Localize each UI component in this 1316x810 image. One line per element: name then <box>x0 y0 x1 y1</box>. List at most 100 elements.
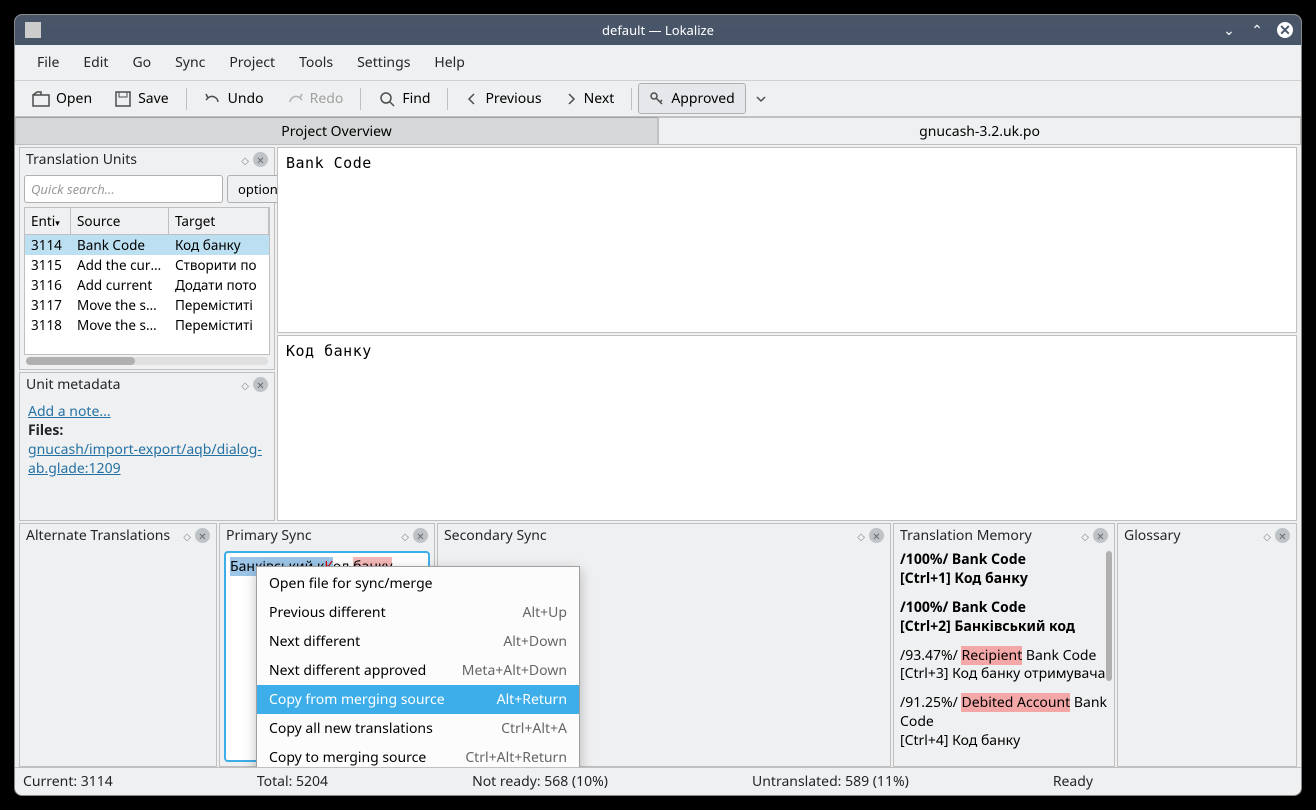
status-current: Current: 3114 <box>23 772 113 791</box>
open-button[interactable]: Open <box>21 83 103 114</box>
save-label: Save <box>138 89 169 108</box>
float-icon[interactable]: ◇ <box>183 529 191 543</box>
target-editor[interactable]: Код банку <box>277 335 1297 521</box>
titlebar: default — Lokalize ⌄ ⌃ ✕ <box>15 15 1301 45</box>
approved-button[interactable]: Approved <box>638 83 745 114</box>
translation-memory-panel: Translation Memory ◇✕ /100%/ Bank Code[C… <box>893 523 1115 767</box>
status-untranslated: Untranslated: 589 (11%) <box>752 772 909 791</box>
redo-label: Redo <box>310 89 344 108</box>
panel-close-icon[interactable]: ✕ <box>413 528 428 543</box>
next-button[interactable]: Next <box>553 83 626 114</box>
redo-button: Redo <box>275 83 355 114</box>
status-total: Total: 5204 <box>257 772 328 791</box>
alt-panel-title: Alternate Translations <box>26 526 170 545</box>
next-label: Next <box>584 89 615 108</box>
maximize-icon[interactable]: ⌃ <box>1249 22 1265 38</box>
horizontal-scrollbar[interactable] <box>26 357 268 365</box>
tm-result[interactable]: /93.47%/ Recipient Bank Code[Ctrl+3] Код… <box>900 647 1108 685</box>
panel-close-icon[interactable]: ✕ <box>1093 528 1108 543</box>
tu-panel-title: Translation Units <box>26 150 137 169</box>
context-menu-item[interactable]: Open file for sync/merge <box>257 569 579 598</box>
context-menu-item[interactable]: Previous differentAlt+Up <box>257 598 579 627</box>
float-icon[interactable]: ◇ <box>241 378 249 392</box>
menubar: File Edit Go Sync Project Tools Settings… <box>15 45 1301 81</box>
undo-button[interactable]: Undo <box>193 83 275 114</box>
ssync-panel-title: Secondary Sync <box>444 526 547 545</box>
save-button[interactable]: Save <box>103 83 180 114</box>
tm-results[interactable]: /100%/ Bank Code[Ctrl+1] Код банку/100%/… <box>894 547 1114 766</box>
vertical-scrollbar[interactable] <box>1106 551 1112 681</box>
floppy-icon <box>114 90 132 108</box>
window-title: default — Lokalize <box>602 21 714 39</box>
tm-result[interactable]: /100%/ Bank Code[Ctrl+2] Банківський код <box>900 599 1108 637</box>
undo-icon <box>204 90 222 108</box>
table-row[interactable]: 3114Bank CodeКод банку <box>25 235 269 255</box>
menu-edit[interactable]: Edit <box>71 49 120 76</box>
unit-metadata-panel: Unit metadata ◇ ✕ Add a note... Files: g… <box>19 372 275 521</box>
context-menu-item[interactable]: Next different approvedMeta+Alt+Down <box>257 656 579 685</box>
float-icon[interactable]: ◇ <box>1263 529 1271 543</box>
chevron-down-icon <box>755 93 767 105</box>
app-icon <box>25 22 41 38</box>
status-notready: Not ready: 568 (10%) <box>472 772 608 791</box>
translation-units-panel: Translation Units ◇ ✕ options Enti▾ <box>19 147 275 370</box>
document-tabs: Project Overview gnucash-3.2.uk.po <box>15 117 1301 145</box>
open-label: Open <box>56 89 92 108</box>
context-menu-item[interactable]: Copy all new translationsCtrl+Alt+A <box>257 714 579 743</box>
tab-file[interactable]: gnucash-3.2.uk.po <box>658 117 1301 145</box>
col-source[interactable]: Source <box>71 208 169 234</box>
menu-go[interactable]: Go <box>120 49 163 76</box>
redo-icon <box>286 90 304 108</box>
primary-sync-panel: Primary Sync ◇✕ Банківський кКод банку O… <box>219 523 435 767</box>
approved-label: Approved <box>671 89 734 108</box>
tab-overview-label: Project Overview <box>281 122 391 141</box>
table-row[interactable]: 3118Move the sel…Переміститі <box>25 315 269 335</box>
close-icon[interactable]: ✕ <box>1277 22 1293 38</box>
find-label: Find <box>402 89 430 108</box>
menu-tools[interactable]: Tools <box>287 49 345 76</box>
float-icon[interactable]: ◇ <box>401 529 409 543</box>
tu-table[interactable]: Enti▾ Source Target 3114Bank CodeКод бан… <box>24 207 270 355</box>
quick-search-input[interactable] <box>24 175 223 203</box>
glossary-panel: Glossary ◇✕ <box>1117 523 1297 767</box>
panel-close-icon[interactable]: ✕ <box>253 377 268 392</box>
context-menu-item[interactable]: Copy to merging sourceCtrl+Alt+Return <box>257 743 579 767</box>
chevron-right-icon <box>564 92 578 106</box>
panel-close-icon[interactable]: ✕ <box>253 152 268 167</box>
meta-panel-title: Unit metadata <box>26 375 120 394</box>
table-row[interactable]: 3117Move the sel…Переміститі <box>25 295 269 315</box>
previous-button[interactable]: Previous <box>454 83 552 114</box>
approved-dropdown[interactable] <box>746 87 776 111</box>
panel-close-icon[interactable]: ✕ <box>195 528 210 543</box>
add-note-link[interactable]: Add a note... <box>28 402 111 421</box>
tab-overview[interactable]: Project Overview <box>15 117 658 145</box>
source-file-link[interactable]: gnucash/import-export/aqb/dialog-ab.glad… <box>28 440 262 478</box>
files-label: Files: <box>28 421 63 440</box>
source-editor: Bank Code <box>277 147 1297 333</box>
tm-result[interactable]: /91.25%/ Debited Account Bank Code[Ctrl+… <box>900 694 1108 751</box>
float-icon[interactable]: ◇ <box>241 153 249 167</box>
menu-sync[interactable]: Sync <box>163 49 217 76</box>
table-row[interactable]: 3116Add currentДодати пото <box>25 275 269 295</box>
float-icon[interactable]: ◇ <box>1081 529 1089 543</box>
key-icon <box>649 91 665 107</box>
tm-result[interactable]: /100%/ Bank Code[Ctrl+1] Код банку <box>900 551 1108 589</box>
search-icon <box>378 90 396 108</box>
table-row[interactable]: 3115Add the curr…Створити по <box>25 255 269 275</box>
context-menu-item[interactable]: Copy from merging sourceAlt+Return <box>257 685 579 714</box>
panel-close-icon[interactable]: ✕ <box>1275 528 1290 543</box>
minimize-icon[interactable]: ⌄ <box>1221 22 1237 38</box>
col-entry[interactable]: Enti▾ <box>25 208 71 234</box>
float-icon[interactable]: ◇ <box>857 529 865 543</box>
menu-settings[interactable]: Settings <box>345 49 422 76</box>
col-target[interactable]: Target <box>169 208 269 234</box>
panel-close-icon[interactable]: ✕ <box>869 528 884 543</box>
find-button[interactable]: Find <box>367 83 441 114</box>
tab-file-label: gnucash-3.2.uk.po <box>919 122 1040 141</box>
menu-help[interactable]: Help <box>422 49 477 76</box>
menu-project[interactable]: Project <box>217 49 287 76</box>
context-menu-item[interactable]: Next differentAlt+Down <box>257 627 579 656</box>
folder-open-icon <box>32 90 50 108</box>
menu-file[interactable]: File <box>25 49 71 76</box>
chevron-left-icon <box>465 92 479 106</box>
